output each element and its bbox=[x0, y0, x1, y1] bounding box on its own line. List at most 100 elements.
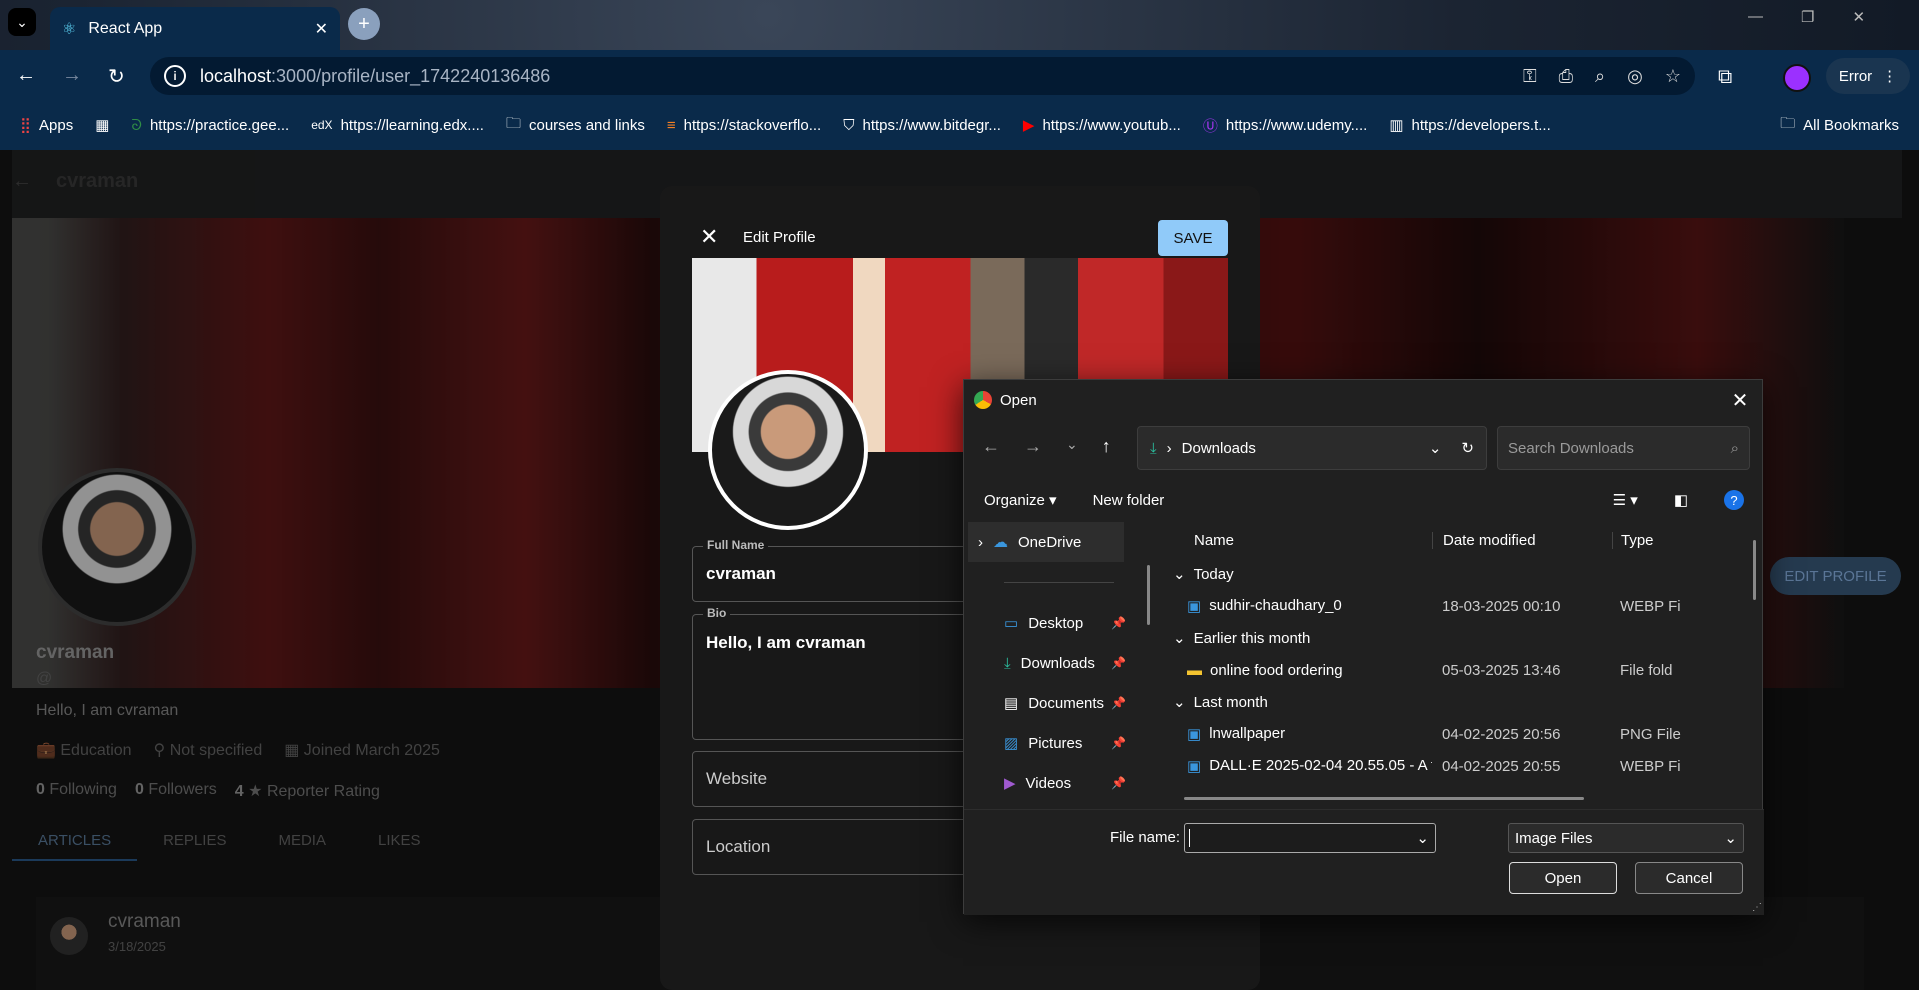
close-tab-icon[interactable]: ✕ bbox=[315, 19, 328, 39]
vertical-scrollbar[interactable] bbox=[1753, 540, 1756, 600]
file-row[interactable]: ▬ online food ordering 05-03-2025 13:46 F… bbox=[1159, 654, 1749, 686]
file-row[interactable]: ▣DALL·E 2025-02-04 20.55.05 - A futurist… bbox=[1159, 750, 1749, 782]
new-tab-button[interactable]: + bbox=[348, 8, 380, 40]
image-file-icon: ▣ bbox=[1187, 726, 1202, 743]
column-headers: Name Date modified Type bbox=[1159, 522, 1749, 558]
command-bar: Organize ▾ New folder ☰ ▾ ◧ ? bbox=[964, 478, 1764, 522]
full-name-field[interactable]: Full Name cvraman bbox=[692, 538, 992, 602]
window-controls: — ❐ ✕ bbox=[1748, 8, 1865, 26]
view-options-icon[interactable]: ☰ ▾ bbox=[1613, 491, 1638, 509]
image-file-icon: ▣ bbox=[1187, 598, 1202, 615]
chevron-down-icon[interactable]: ⌄ bbox=[1416, 829, 1435, 847]
preview-pane-icon[interactable]: ◧ bbox=[1674, 491, 1688, 509]
search-downloads-input[interactable]: Search Downloads ⌕ bbox=[1497, 426, 1750, 470]
help-icon[interactable]: ? bbox=[1724, 490, 1744, 510]
bookmark-youtube[interactable]: ▶ https://www.youtub... bbox=[1023, 116, 1181, 135]
full-name-value: cvraman bbox=[706, 564, 776, 583]
profile-error-button[interactable]: Error ⋮ bbox=[1826, 58, 1910, 94]
tab-search-button[interactable]: ⌄ bbox=[8, 8, 36, 36]
close-modal-icon[interactable]: ✕ bbox=[700, 224, 718, 250]
file-type-select[interactable]: Image Files ⌄ bbox=[1508, 823, 1744, 853]
onedrive-icon: ☁ bbox=[993, 534, 1008, 551]
browser-tab[interactable]: ⚛ React App ✕ bbox=[50, 7, 340, 50]
developers-icon: ▥ bbox=[1389, 117, 1404, 134]
videos-icon: ▶ bbox=[1004, 775, 1016, 792]
cancel-button[interactable]: Cancel bbox=[1635, 862, 1743, 894]
nav-videos[interactable]: ▶ Videos 📌 bbox=[964, 763, 1134, 803]
bookmark-label: https://learning.edx.... bbox=[340, 116, 484, 134]
site-info-icon[interactable]: i bbox=[164, 65, 186, 87]
up-icon[interactable]: ↑ bbox=[1102, 436, 1111, 457]
bookmark-star-icon[interactable]: ☆ bbox=[1665, 66, 1681, 87]
reload-icon[interactable]: ↻ bbox=[108, 64, 125, 89]
column-name[interactable]: Name bbox=[1159, 532, 1432, 549]
path-bar[interactable]: ⤓ › Downloads ⌄ ↻ bbox=[1137, 426, 1487, 470]
horizontal-scrollbar[interactable] bbox=[1184, 797, 1584, 800]
bookmark-edx[interactable]: edX https://learning.edx.... bbox=[311, 117, 484, 134]
pictures-icon: ▨ bbox=[1004, 735, 1019, 752]
chevron-down-icon: ⌄ bbox=[1173, 630, 1186, 647]
nav-pictures[interactable]: ▨ Pictures 📌 bbox=[964, 723, 1134, 763]
nav-documents[interactable]: ▤ Documents 📌 bbox=[964, 683, 1134, 723]
column-type[interactable]: Type bbox=[1612, 531, 1654, 549]
bookmark-stackoverflow[interactable]: ≡ https://stackoverflo... bbox=[667, 117, 821, 134]
bookmark-developers[interactable]: ▥ https://developers.t... bbox=[1389, 116, 1551, 135]
recent-chevron-icon[interactable]: ⌄ bbox=[1066, 436, 1078, 457]
bookmark-bitdegree[interactable]: ⛉ https://www.bitdegr... bbox=[843, 117, 1001, 134]
back-icon[interactable]: ← bbox=[16, 64, 36, 89]
nav-onedrive[interactable]: › ☁ OneDrive bbox=[968, 522, 1124, 562]
file-name-label: File name: bbox=[1110, 829, 1181, 846]
document-icon: ▤ bbox=[1004, 695, 1019, 712]
group-header[interactable]: ⌄ Last month bbox=[1159, 686, 1749, 718]
modal-avatar[interactable] bbox=[708, 370, 868, 530]
bookmarks-bar: ⣿ Apps ▦ ᘐ https://practice.gee... edX http… bbox=[0, 100, 1919, 150]
forward-icon[interactable]: → bbox=[62, 64, 82, 89]
restore-icon[interactable]: ❐ bbox=[1801, 8, 1814, 26]
profile-avatar[interactable] bbox=[1783, 64, 1811, 92]
profile-error-label: Error bbox=[1838, 67, 1873, 85]
column-date[interactable]: Date modified bbox=[1432, 531, 1612, 549]
group-header[interactable]: ⌄ Today bbox=[1159, 558, 1749, 590]
dialog-close-icon[interactable]: ✕ bbox=[1726, 388, 1754, 412]
close-window-icon[interactable]: ✕ bbox=[1852, 8, 1865, 26]
nav-downloads[interactable]: ⤓ Downloads 📌 bbox=[964, 643, 1134, 683]
file-row[interactable]: ▣ sudhir-chaudhary_0 18-03-2025 00:10 WEB… bbox=[1159, 590, 1749, 622]
organize-button[interactable]: Organize ▾ bbox=[984, 491, 1057, 509]
all-bookmarks[interactable]: 🗀 All Bookmarks bbox=[1780, 113, 1899, 138]
bookmark-tab-groups[interactable]: ▦ bbox=[95, 116, 109, 134]
open-button[interactable]: Open bbox=[1509, 862, 1617, 894]
location-field[interactable]: Location bbox=[692, 819, 992, 875]
bookmark-apps[interactable]: ⣿ Apps bbox=[20, 116, 73, 135]
nav-buttons: ← → ↻ bbox=[16, 64, 125, 89]
bio-field[interactable]: Bio Hello, I am cvraman bbox=[692, 606, 992, 740]
nav-desktop[interactable]: ▭ Desktop 📌 bbox=[964, 603, 1134, 643]
group-header[interactable]: ⌄ Earlier this month bbox=[1159, 622, 1749, 654]
forward-icon[interactable]: → bbox=[1024, 436, 1042, 457]
install-icon[interactable]: ⎙ bbox=[1559, 66, 1573, 87]
bookmark-folder-courses[interactable]: 🗀 courses and links bbox=[506, 113, 645, 138]
file-name-value bbox=[1189, 829, 1416, 847]
key-icon[interactable]: ⚿ bbox=[1523, 66, 1537, 87]
new-folder-button[interactable]: New folder bbox=[1093, 492, 1165, 509]
extensions-icon[interactable]: ⧉ bbox=[1718, 66, 1732, 89]
image-file-icon: ▣ bbox=[1187, 758, 1202, 775]
file-name-input[interactable]: ⌄ bbox=[1184, 823, 1436, 853]
zoom-icon[interactable]: ⌕ bbox=[1595, 66, 1605, 87]
back-icon[interactable]: ← bbox=[982, 436, 1000, 457]
minimize-icon[interactable]: — bbox=[1748, 8, 1763, 26]
bookmark-label: https://developers.t... bbox=[1411, 116, 1551, 134]
bookmark-geeks[interactable]: ᘐ https://practice.gee... bbox=[131, 117, 289, 134]
bookmark-udemy[interactable]: Ⓤhttps://www.udemy.... bbox=[1203, 115, 1367, 136]
website-field[interactable]: Website bbox=[692, 751, 992, 807]
address-bar[interactable]: i localhost:3000/profile/user_1742240136… bbox=[150, 57, 1695, 95]
path-dropdown-icon[interactable]: ⌄ bbox=[1429, 439, 1442, 457]
file-row[interactable]: ▣ lnwallpaper 04-02-2025 20:56 PNG File bbox=[1159, 718, 1749, 750]
tracking-icon[interactable]: ◎ bbox=[1627, 66, 1643, 87]
url-path: :3000/profile/user_1742240136486 bbox=[271, 65, 551, 86]
nav-scrollbar[interactable] bbox=[1147, 565, 1150, 625]
bookmark-label: courses and links bbox=[529, 116, 645, 134]
resize-grip-icon[interactable]: ⋰ bbox=[1752, 902, 1762, 913]
save-button[interactable]: SAVE bbox=[1158, 220, 1228, 256]
refresh-icon[interactable]: ↻ bbox=[1461, 439, 1474, 457]
grid-icon: ▦ bbox=[95, 117, 110, 134]
